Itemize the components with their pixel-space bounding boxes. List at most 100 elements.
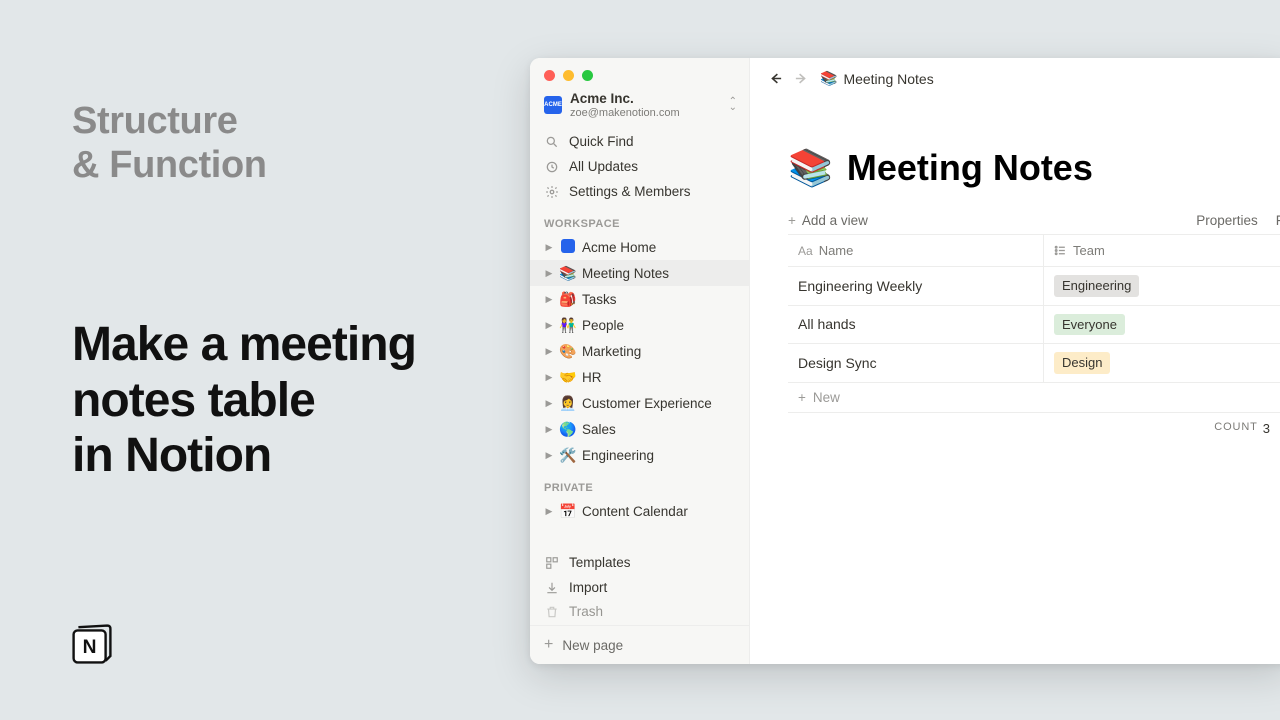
workspace-email: zoe@makenotion.com bbox=[570, 107, 721, 120]
chevron-right-icon[interactable]: ▶ bbox=[544, 294, 554, 305]
gear-icon bbox=[544, 185, 560, 199]
chevron-right-icon[interactable]: ▶ bbox=[544, 398, 554, 409]
count-label: COUNT bbox=[1214, 421, 1258, 436]
page-emoji-icon: 🌎 bbox=[559, 421, 577, 438]
minimize-window-icon[interactable] bbox=[563, 70, 574, 81]
new-page-button[interactable]: + New page bbox=[530, 625, 749, 664]
sidebar-item-label: Customer Experience bbox=[582, 396, 712, 411]
settings-members-button[interactable]: Settings & Members bbox=[530, 179, 749, 204]
cell-team[interactable]: Design bbox=[1044, 344, 1280, 382]
all-updates-label: All Updates bbox=[569, 159, 638, 174]
chevron-right-icon[interactable]: ▶ bbox=[544, 372, 554, 383]
chevron-right-icon[interactable]: ▶ bbox=[544, 320, 554, 331]
window-traffic-lights bbox=[530, 58, 749, 87]
nav-forward-button[interactable] bbox=[794, 71, 810, 86]
sidebar-item-sales[interactable]: ▶ 🌎 Sales bbox=[530, 416, 749, 442]
page-emoji-icon: 🛠️ bbox=[559, 447, 577, 464]
sidebar-item-label: Sales bbox=[582, 422, 616, 437]
workspace-icon: ACME bbox=[544, 96, 562, 114]
sidebar-item-acme-home[interactable]: ▶ Acme Home bbox=[530, 234, 749, 260]
list-icon bbox=[1054, 244, 1067, 257]
table-row[interactable]: All handsEveryone bbox=[788, 306, 1280, 345]
page-icon[interactable]: 📚 bbox=[788, 147, 833, 189]
breadcrumb[interactable]: 📚 Meeting Notes bbox=[820, 70, 934, 87]
page-emoji-icon: 👩‍💼 bbox=[559, 395, 577, 412]
page-emoji-icon: 👫 bbox=[559, 317, 577, 334]
sidebar-item-people[interactable]: ▶👫People bbox=[530, 312, 749, 338]
chevron-right-icon[interactable]: ▶ bbox=[544, 506, 554, 517]
clock-icon bbox=[544, 160, 560, 174]
sidebar-item-label: Meeting Notes bbox=[582, 266, 669, 281]
team-tag: Engineering bbox=[1054, 275, 1139, 297]
page-title[interactable]: Meeting Notes bbox=[847, 147, 1093, 189]
cell-name[interactable]: Engineering Weekly bbox=[788, 267, 1044, 305]
new-row-button[interactable]: + New bbox=[788, 383, 1280, 413]
chevron-right-icon[interactable]: ▶ bbox=[544, 450, 554, 461]
chevron-right-icon[interactable]: ▶ bbox=[544, 242, 554, 253]
settings-label: Settings & Members bbox=[569, 184, 691, 199]
column-team-label: Team bbox=[1073, 243, 1105, 258]
hero-subtitle-line1: Structure bbox=[72, 100, 238, 142]
quick-find-button[interactable]: Quick Find bbox=[530, 129, 749, 154]
search-icon bbox=[544, 135, 560, 149]
filter-button[interactable]: Fil bbox=[1276, 213, 1280, 228]
properties-button[interactable]: Properties bbox=[1196, 213, 1258, 228]
sidebar-item-label: Acme Home bbox=[582, 240, 656, 255]
svg-text:N: N bbox=[83, 637, 97, 658]
column-team-header[interactable]: Team bbox=[1044, 235, 1280, 266]
table-footer: COUNT 3 bbox=[788, 413, 1280, 444]
table-row[interactable]: Design SyncDesign bbox=[788, 344, 1280, 383]
sidebar-item-customer-experience[interactable]: ▶ 👩‍💼 Customer Experience bbox=[530, 390, 749, 416]
chevron-right-icon[interactable]: ▶ bbox=[544, 268, 554, 279]
templates-icon bbox=[544, 556, 560, 570]
nav-back-button[interactable] bbox=[768, 71, 784, 86]
sidebar-item-label: Engineering bbox=[582, 448, 654, 463]
page-emoji-icon: 🎨 bbox=[559, 343, 577, 360]
trash-button[interactable]: Trash bbox=[530, 600, 749, 625]
section-workspace-label: WORKSPACE bbox=[530, 204, 749, 234]
chevron-up-down-icon: ⌃⌄ bbox=[729, 99, 737, 111]
table-row[interactable]: Engineering Weekly Engineering bbox=[788, 267, 1280, 306]
plus-icon: + bbox=[798, 390, 806, 405]
cell-team[interactable]: Everyone bbox=[1044, 306, 1280, 344]
notion-logo-icon: N bbox=[72, 624, 112, 664]
sidebar: ACME Acme Inc. zoe@makenotion.com ⌃⌄ Qui… bbox=[530, 58, 750, 664]
table-header-row: Aa Name Team bbox=[788, 235, 1280, 267]
sidebar-item-label: Content Calendar bbox=[582, 504, 688, 519]
new-row-label: New bbox=[813, 390, 840, 405]
cell-name[interactable]: All hands bbox=[788, 306, 1044, 344]
close-window-icon[interactable] bbox=[544, 70, 555, 81]
trash-icon bbox=[544, 605, 560, 619]
maximize-window-icon[interactable] bbox=[582, 70, 593, 81]
chevron-right-icon[interactable]: ▶ bbox=[544, 346, 554, 357]
database-table: Aa Name Team Engineering WeeklyEngineeri… bbox=[788, 235, 1280, 444]
plus-icon: + bbox=[544, 636, 553, 654]
chevron-right-icon[interactable]: ▶ bbox=[544, 424, 554, 435]
templates-button[interactable]: Templates bbox=[530, 550, 749, 575]
sidebar-item-label: HR bbox=[582, 370, 602, 385]
workspace-switcher[interactable]: ACME Acme Inc. zoe@makenotion.com ⌃⌄ bbox=[530, 87, 749, 129]
sidebar-item-meeting-notes[interactable]: ▶ 📚 Meeting Notes bbox=[530, 260, 749, 286]
templates-label: Templates bbox=[569, 555, 631, 570]
cell-name[interactable]: Design Sync bbox=[788, 344, 1044, 382]
all-updates-button[interactable]: All Updates bbox=[530, 154, 749, 179]
breadcrumb-title: Meeting Notes bbox=[843, 71, 933, 87]
add-view-button[interactable]: + Add a view bbox=[788, 213, 868, 228]
workspace-name: Acme Inc. bbox=[570, 91, 721, 107]
sidebar-item-engineering[interactable]: ▶ 🛠️ Engineering bbox=[530, 442, 749, 468]
sidebar-item-tasks[interactable]: ▶🎒Tasks bbox=[530, 286, 749, 312]
sidebar-item-content-calendar[interactable]: ▶📅Content Calendar bbox=[530, 498, 749, 524]
column-name-header[interactable]: Aa Name bbox=[788, 235, 1044, 266]
sidebar-item-marketing[interactable]: ▶ 🎨 Marketing bbox=[530, 338, 749, 364]
trash-label: Trash bbox=[569, 604, 603, 619]
count-value: 3 bbox=[1263, 421, 1270, 436]
page-emoji-icon: 📚 bbox=[559, 265, 577, 282]
sidebar-item-hr[interactable]: ▶🤝HR bbox=[530, 364, 749, 390]
cell-team[interactable]: Engineering bbox=[1044, 267, 1280, 305]
add-view-label: Add a view bbox=[802, 213, 868, 228]
import-button[interactable]: Import bbox=[530, 575, 749, 600]
text-property-icon: Aa bbox=[798, 244, 813, 258]
sidebar-item-label: Marketing bbox=[582, 344, 641, 359]
download-icon bbox=[544, 581, 560, 595]
page-emoji-icon: 🎒 bbox=[559, 291, 577, 308]
